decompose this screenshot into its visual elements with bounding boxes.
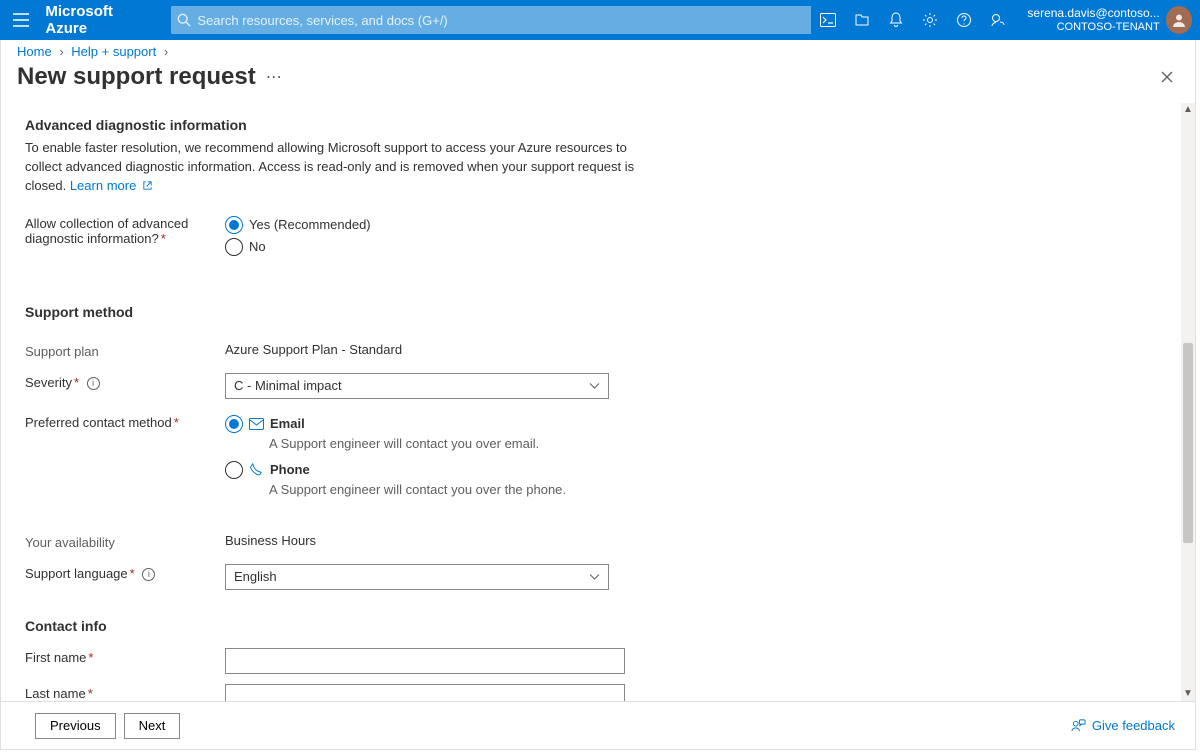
- title-row: New support request ⋯: [1, 59, 1195, 103]
- first-name-input[interactable]: [225, 648, 625, 674]
- learn-more-link[interactable]: Learn more: [70, 178, 153, 193]
- global-search-input[interactable]: [197, 13, 805, 28]
- directories-icon[interactable]: [845, 0, 879, 40]
- support-plan-label: Support plan: [25, 342, 225, 359]
- chevron-right-icon: ›: [160, 44, 172, 59]
- breadcrumb: Home › Help + support ›: [1, 40, 1195, 59]
- first-name-label: First name*: [25, 648, 225, 674]
- feedback-icon[interactable]: [981, 0, 1015, 40]
- account-block[interactable]: serena.davis@contoso... CONTOSO-TENANT: [1015, 7, 1165, 33]
- scroll-thumb[interactable]: [1183, 343, 1193, 543]
- last-name-input[interactable]: [225, 684, 625, 701]
- contact-info-heading: Contact info: [25, 618, 1171, 634]
- crumb-help-support[interactable]: Help + support: [71, 44, 156, 59]
- contact-email-desc: A Support engineer will contact you over…: [225, 435, 625, 453]
- brand-label: Microsoft Azure: [41, 3, 171, 37]
- chevron-right-icon: ›: [55, 44, 67, 59]
- previous-button[interactable]: Previous: [35, 713, 116, 739]
- top-icon-group: [811, 0, 1015, 40]
- external-link-icon: [142, 180, 153, 191]
- severity-label: Severity* i: [25, 373, 225, 399]
- page-footer: Previous Next Give feedback: [1, 701, 1195, 749]
- contact-radio-email[interactable]: Email: [225, 413, 625, 435]
- language-select[interactable]: English: [225, 564, 609, 590]
- diag-no-label: No: [249, 239, 266, 254]
- availability-value: Business Hours: [225, 533, 316, 548]
- scroll-down-arrow-icon[interactable]: ▼: [1181, 687, 1195, 701]
- azure-top-bar: Microsoft Azure serena.davis@contoso... …: [0, 0, 1200, 40]
- diag-radio-yes[interactable]: Yes (Recommended): [225, 214, 625, 236]
- contact-phone-desc: A Support engineer will contact you over…: [225, 481, 625, 499]
- mail-icon: [249, 418, 264, 430]
- contact-phone-label: Phone: [270, 462, 310, 477]
- severity-select[interactable]: C - Minimal impact: [225, 373, 609, 399]
- notifications-icon[interactable]: [879, 0, 913, 40]
- hamburger-menu-button[interactable]: [0, 0, 41, 40]
- help-icon[interactable]: [947, 0, 981, 40]
- diag-yes-label: Yes (Recommended): [249, 217, 371, 232]
- close-button[interactable]: [1155, 65, 1179, 89]
- account-email: serena.davis@contoso...: [1027, 7, 1159, 21]
- diag-description: To enable faster resolution, we recommen…: [25, 139, 645, 196]
- close-icon: [1161, 71, 1173, 83]
- contact-email-label: Email: [270, 416, 305, 431]
- learn-more-label: Learn more: [70, 178, 136, 193]
- info-icon[interactable]: i: [87, 377, 100, 390]
- more-actions-icon[interactable]: ⋯: [256, 67, 282, 87]
- availability-label: Your availability: [25, 533, 225, 550]
- phone-icon: [249, 462, 264, 477]
- cloud-shell-icon[interactable]: [811, 0, 845, 40]
- last-name-label: Last name*: [25, 684, 225, 701]
- radio-icon: [225, 238, 243, 256]
- page-frame: Home › Help + support › New support requ…: [0, 40, 1196, 750]
- give-feedback-link[interactable]: Give feedback: [1071, 718, 1175, 733]
- search-icon: [177, 13, 191, 27]
- support-method-heading: Support method: [25, 304, 1171, 320]
- vertical-scrollbar[interactable]: ▲ ▼: [1181, 103, 1195, 701]
- severity-value: C - Minimal impact: [234, 378, 342, 393]
- chevron-down-icon: [589, 382, 600, 389]
- chevron-down-icon: [589, 573, 600, 580]
- language-label: Support language* i: [25, 564, 225, 590]
- give-feedback-label: Give feedback: [1092, 718, 1175, 733]
- diag-radio-no[interactable]: No: [225, 236, 625, 258]
- content-scroll-area: Advanced diagnostic information To enabl…: [1, 103, 1195, 701]
- avatar[interactable]: [1166, 6, 1192, 34]
- radio-icon: [225, 216, 243, 234]
- contact-method-label: Preferred contact method*: [25, 413, 225, 503]
- account-tenant: CONTOSO-TENANT: [1057, 21, 1160, 34]
- global-search[interactable]: [171, 6, 811, 34]
- diag-heading: Advanced diagnostic information: [25, 117, 1171, 133]
- hamburger-icon: [13, 13, 29, 27]
- support-plan-value: Azure Support Plan - Standard: [225, 342, 402, 357]
- info-icon[interactable]: i: [142, 568, 155, 581]
- language-value: English: [234, 569, 277, 584]
- settings-icon[interactable]: [913, 0, 947, 40]
- scroll-up-arrow-icon[interactable]: ▲: [1181, 103, 1195, 117]
- person-feedback-icon: [1071, 718, 1086, 733]
- radio-icon: [225, 461, 243, 479]
- contact-radio-phone[interactable]: Phone: [225, 459, 625, 481]
- diag-allow-label: Allow collection of advanced diagnostic …: [25, 214, 225, 258]
- next-button[interactable]: Next: [124, 713, 181, 739]
- radio-icon: [225, 415, 243, 433]
- page-title: New support request: [17, 63, 256, 91]
- crumb-home[interactable]: Home: [17, 44, 52, 59]
